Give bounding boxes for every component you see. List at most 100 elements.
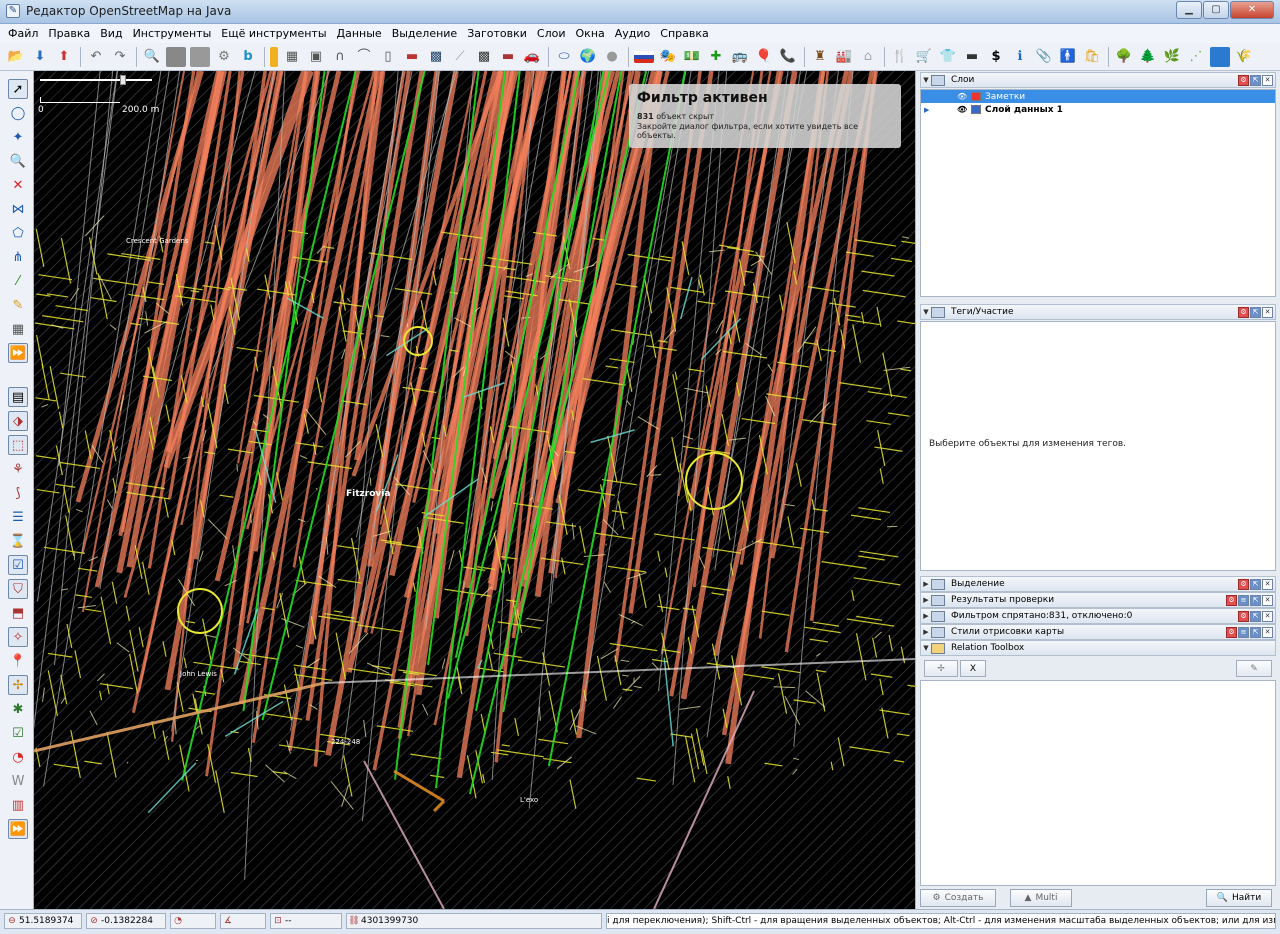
menu-layers[interactable]: Слои (533, 27, 572, 40)
restaurant-icon[interactable]: 🍴 (890, 47, 910, 67)
forest-icon[interactable]: 🌲 (1138, 47, 1158, 67)
zoom-slider-track[interactable] (40, 79, 152, 81)
map-paint-icon[interactable]: ✧ (8, 627, 28, 647)
panel-settings-icon[interactable]: ⚙ (1226, 626, 1237, 638)
download-icon[interactable]: ⬇ (30, 47, 50, 67)
clear-relation-button[interactable]: X (960, 660, 986, 677)
highway-sign-icon[interactable]: ⬭ (554, 47, 574, 67)
map-styles-panel-header[interactable]: ▶ Стили отрисовки карты ⚙ ≡ ⇱ ✕ (920, 624, 1276, 640)
wall-icon[interactable]: ▬ (402, 47, 422, 67)
checker-icon[interactable]: ▩ (474, 47, 494, 67)
bing-icon[interactable]: b (238, 47, 258, 67)
bridge-icon[interactable]: ⌒ (354, 47, 374, 67)
money-icon[interactable]: 💵 (682, 47, 702, 67)
todo-list-icon[interactable]: ☑ (8, 723, 28, 743)
redo-icon[interactable]: ↷ (110, 47, 130, 67)
more-modes-icon[interactable]: ⏩ (8, 343, 28, 363)
russian-flag-icon[interactable] (634, 50, 654, 63)
menu-windows[interactable]: Окна (572, 27, 611, 40)
panel-detach-icon[interactable]: ⇱ (1250, 594, 1261, 606)
relation-toolbox-icon[interactable]: ✢ (8, 675, 28, 695)
car-icon[interactable]: 🚗 (522, 47, 542, 67)
paperclip-icon[interactable]: 📎 (1034, 47, 1054, 67)
menu-more-tools[interactable]: Ещё инструменты (217, 27, 332, 40)
menu-view[interactable]: Вид (96, 27, 128, 40)
ruler-icon[interactable]: ⟋ (450, 47, 470, 67)
panel-detach-icon[interactable]: ⇱ (1250, 306, 1261, 318)
close-button[interactable]: ✕ (1230, 1, 1274, 19)
factory-icon[interactable]: 🏭 (834, 47, 854, 67)
layers-toggle-icon[interactable]: ▤ (8, 387, 28, 407)
validation-panel-header[interactable]: ▶ Результаты проверки ⚙ ≡ ⇱ ✕ (920, 592, 1276, 608)
menu-tools[interactable]: Инструменты (129, 27, 218, 40)
relation-list-icon[interactable]: ⬒ (8, 603, 28, 623)
split-way-icon[interactable]: ⋔ (8, 247, 28, 267)
speed-icon[interactable]: ◔ (8, 747, 28, 767)
expand-triangle-icon[interactable]: ▶ (921, 580, 931, 588)
layer-item-notes[interactable]: 👁 Заметки (921, 90, 1275, 103)
tunnel-icon[interactable]: ∩ (330, 47, 350, 67)
theatre-icon[interactable]: 🎭 (658, 47, 678, 67)
menu-file[interactable]: Файл (4, 27, 44, 40)
filter-panel-header[interactable]: ▶ Фильтром спрятано:831, отключено:0 ⚙ ⇱… (920, 608, 1276, 624)
preferences-icon[interactable]: 🔍 (142, 47, 162, 67)
conflict-icon[interactable]: ⟆ (8, 483, 28, 503)
panel-detach-icon[interactable]: ⇱ (1250, 626, 1261, 638)
collapse-triangle-icon[interactable]: ▼ (921, 644, 931, 652)
create-relation-button[interactable]: ⚙ Создать (920, 889, 996, 907)
layer-item-data[interactable]: ▶ 👁 Слой данных 1 (921, 103, 1275, 116)
history-icon[interactable]: ⌛ (8, 531, 28, 551)
water-icon[interactable] (1210, 46, 1230, 67)
tags-toggle-icon[interactable]: ⬗ (8, 411, 28, 431)
expand-triangle-icon[interactable]: ▶ (921, 596, 931, 604)
selection-panel-header[interactable]: ▶ Выделение ⚙ ⇱ ✕ (920, 576, 1276, 592)
select-mode-icon[interactable]: ➚ (8, 79, 28, 99)
open-file-icon[interactable]: 📂 (6, 47, 26, 67)
panel-settings-icon[interactable]: ⚙ (1238, 610, 1249, 622)
balloons-icon[interactable]: 🎈 (754, 47, 774, 67)
find-relation-button[interactable]: 🔍 Найти (1206, 889, 1272, 907)
castle-icon[interactable]: ♜ (810, 47, 830, 67)
panel-close-icon[interactable]: ✕ (1262, 578, 1273, 590)
visibility-eye-icon[interactable]: 👁 (957, 105, 967, 114)
layers-panel-header[interactable]: ▼ Слои ⚙ ⇱ ✕ (920, 72, 1276, 88)
panel-detach-icon[interactable]: ⇱ (1250, 610, 1261, 622)
lasso-icon[interactable]: ◯ (8, 103, 28, 123)
panel-close-icon[interactable]: ✕ (1262, 594, 1273, 606)
panel-detach-icon[interactable]: ⇱ (1250, 74, 1261, 86)
panel-close-icon[interactable]: ✕ (1262, 610, 1273, 622)
expand-triangle-icon[interactable]: ▶ (921, 628, 931, 636)
panel-settings-icon[interactable]: ⚙ (1238, 578, 1249, 590)
menu-data[interactable]: Данные (333, 27, 388, 40)
map-view[interactable]: 0 200.0 m Фильтр активен 831 объект скры… (34, 71, 915, 909)
person-icon[interactable]: 🚹 (1058, 47, 1078, 67)
upload-icon[interactable]: ⬆ (54, 47, 74, 67)
panel-settings-icon[interactable]: ⚙ (1238, 74, 1249, 86)
grey-preset-icon[interactable] (190, 46, 210, 67)
phone-icon[interactable]: 📞 (778, 47, 798, 67)
building-icon[interactable]: ▦ (8, 319, 28, 339)
traffic-light-icon[interactable] (270, 46, 278, 67)
add-relation-member-button[interactable]: ✢ (924, 660, 958, 677)
barrier-icon[interactable]: ▦ (282, 47, 302, 67)
tags-panel-header[interactable]: ▼ Теги/Участие ⚙ ⇱ ✕ (920, 304, 1276, 320)
filter-toggle-icon[interactable]: ⛉ (8, 579, 28, 599)
panel-settings-icon[interactable]: ⚙ (1226, 594, 1237, 606)
menu-presets[interactable]: Заготовки (463, 27, 533, 40)
panel-detach-icon[interactable]: ⇱ (1250, 578, 1261, 590)
gate-icon[interactable]: ▣ (306, 47, 326, 67)
measure-icon[interactable]: ⁄ (8, 271, 28, 291)
fence-icon[interactable]: ▩ (426, 47, 446, 67)
menu-selection[interactable]: Выделение (388, 27, 464, 40)
tool-network-icon[interactable]: ✱ (8, 699, 28, 719)
validation-icon[interactable]: ☑ (8, 555, 28, 575)
grey-preset-icon[interactable] (166, 46, 186, 67)
globe-icon[interactable]: 🌍 (578, 47, 598, 67)
panel-settings-icon[interactable]: ⚙ (1238, 306, 1249, 318)
menu-edit[interactable]: Правка (44, 27, 96, 40)
bag-icon[interactable]: 🛍 (1082, 47, 1102, 67)
draw-node-icon[interactable]: ✦ (8, 127, 28, 147)
user-list-icon[interactable]: ⚘ (8, 459, 28, 479)
menu-help[interactable]: Справка (656, 27, 714, 40)
command-stack-icon[interactable]: ☰ (8, 507, 28, 527)
